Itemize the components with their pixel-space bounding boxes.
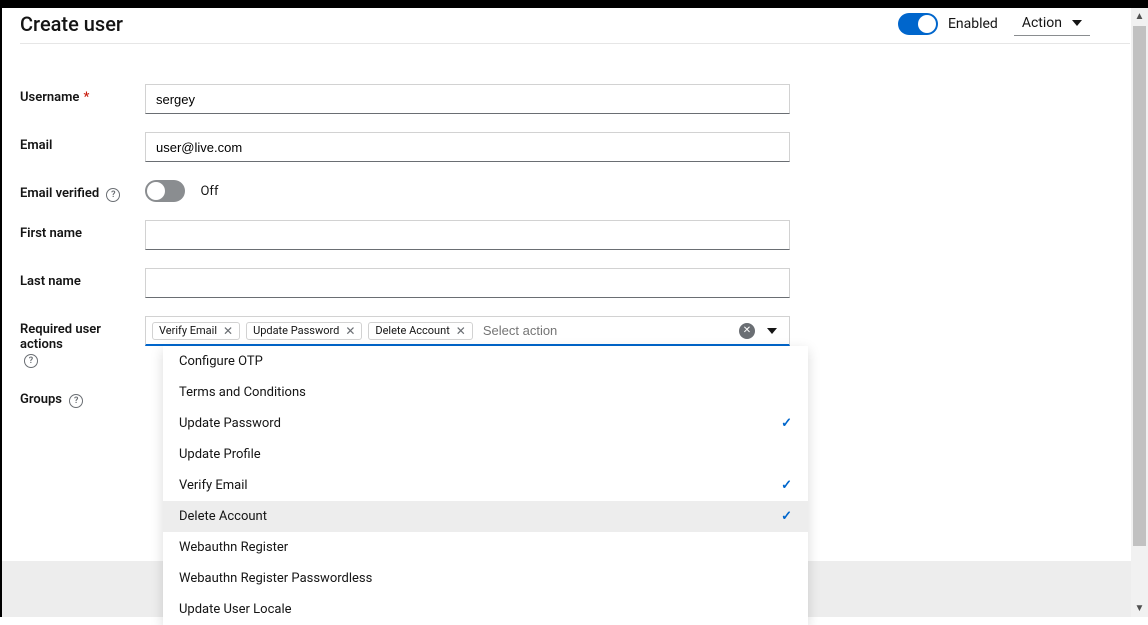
scroll-up-arrow[interactable]: ▲	[1131, 8, 1148, 25]
dropdown-option[interactable]: Webauthn Register	[163, 532, 808, 563]
page-title: Create user	[20, 12, 123, 36]
first-name-input[interactable]	[145, 220, 790, 250]
chip-label: Verify Email	[159, 324, 217, 337]
dropdown-option[interactable]: Verify Email ✓	[163, 470, 808, 501]
control-required-actions: Verify Email ✕ Update Password ✕ Delete …	[145, 316, 790, 346]
check-icon: ✓	[781, 509, 792, 524]
chip-delete-account: Delete Account ✕	[368, 322, 472, 340]
dropdown-option[interactable]: Configure OTP	[163, 346, 808, 377]
label-required-actions: Required user actions ?	[20, 316, 145, 368]
check-icon: ✓	[781, 478, 792, 493]
chip-remove-icon[interactable]: ✕	[456, 324, 466, 338]
help-icon[interactable]: ?	[69, 394, 83, 408]
toggle-knob	[918, 15, 936, 33]
enabled-toggle-wrap: Enabled	[898, 13, 998, 35]
control-first-name	[145, 220, 790, 250]
dropdown-option[interactable]: Terms and Conditions	[163, 377, 808, 408]
help-icon[interactable]: ?	[24, 354, 38, 368]
help-icon[interactable]: ?	[106, 188, 120, 202]
row-email: Email	[20, 132, 790, 162]
dropdown-option[interactable]: Update User Locale	[163, 594, 808, 625]
dropdown-option[interactable]: Webauthn Register Passwordless	[163, 563, 808, 594]
vertical-scrollbar[interactable]: ▲ ▼	[1131, 8, 1148, 617]
dropdown-option-label: Update User Locale	[179, 602, 292, 617]
chip-label: Delete Account	[375, 324, 449, 337]
label-required-actions-text: Required user actions	[20, 322, 145, 352]
row-last-name: Last name	[20, 268, 790, 298]
chip-update-password: Update Password ✕	[246, 322, 362, 340]
window-topbar	[0, 0, 1148, 8]
label-last-name: Last name	[20, 268, 145, 289]
control-last-name	[145, 268, 790, 298]
chip-remove-icon[interactable]: ✕	[345, 324, 355, 338]
page-container: Create user Enabled Action Username *	[0, 8, 1148, 617]
dropdown-option-label: Configure OTP	[179, 354, 263, 369]
label-username-text: Username	[20, 90, 79, 105]
dropdown-option-label: Verify Email	[179, 478, 248, 493]
caret-down-icon	[1072, 20, 1082, 26]
chip-label: Update Password	[253, 324, 339, 337]
label-email-verified: Email verified ?	[20, 180, 145, 202]
row-username: Username *	[20, 84, 790, 114]
required-actions-dropdown: Configure OTP Terms and Conditions Update …	[163, 346, 808, 625]
caret-down-icon[interactable]	[767, 328, 777, 334]
control-email	[145, 132, 790, 162]
check-icon: ✓	[781, 416, 792, 431]
email-input[interactable]	[145, 132, 790, 162]
label-groups-text: Groups	[20, 392, 62, 407]
email-verified-toggle[interactable]	[145, 180, 185, 202]
create-user-form: Username * Email Email verified ? Off	[20, 84, 790, 408]
scroll-down-arrow[interactable]: ▼	[1131, 600, 1148, 617]
label-email-verified-text: Email verified	[20, 186, 99, 201]
row-required-actions: Required user actions ? Verify Email ✕ U…	[20, 316, 790, 368]
required-actions-multiselect[interactable]: Verify Email ✕ Update Password ✕ Delete …	[145, 316, 790, 346]
action-label: Action	[1022, 15, 1062, 31]
toggle-knob	[147, 182, 165, 200]
chip-remove-icon[interactable]: ✕	[223, 324, 233, 338]
label-first-name: First name	[20, 220, 145, 241]
dropdown-option-label: Webauthn Register	[179, 540, 288, 555]
dropdown-option[interactable]: Update Password ✓	[163, 408, 808, 439]
control-email-verified: Off	[145, 180, 790, 202]
dropdown-option-label: Terms and Conditions	[179, 385, 306, 400]
required-actions-input[interactable]	[479, 319, 733, 342]
dropdown-option-label: Update Password	[179, 416, 281, 431]
chip-verify-email: Verify Email ✕	[152, 322, 240, 340]
page-header: Create user Enabled Action	[20, 8, 1130, 44]
dropdown-option-label: Delete Account	[179, 509, 267, 524]
dropdown-option-label: Update Profile	[179, 447, 261, 462]
row-first-name: First name	[20, 220, 790, 250]
control-username	[145, 84, 790, 114]
scroll-thumb[interactable]	[1133, 26, 1146, 546]
enabled-toggle[interactable]	[898, 13, 938, 35]
required-asterisk: *	[83, 90, 89, 105]
dropdown-option[interactable]: Delete Account ✓	[163, 501, 808, 532]
dropdown-option-label: Webauthn Register Passwordless	[179, 571, 372, 586]
last-name-input[interactable]	[145, 268, 790, 298]
row-email-verified: Email verified ? Off	[20, 180, 790, 202]
username-input[interactable]	[145, 84, 790, 114]
clear-all-icon[interactable]: ✕	[739, 323, 755, 339]
label-email: Email	[20, 132, 145, 153]
label-username: Username *	[20, 84, 145, 105]
enabled-label: Enabled	[948, 16, 998, 32]
header-actions: Enabled Action	[898, 11, 1090, 36]
dropdown-option[interactable]: Update Profile	[163, 439, 808, 470]
label-groups: Groups ?	[20, 386, 145, 408]
action-dropdown[interactable]: Action	[1014, 11, 1090, 36]
email-verified-state: Off	[200, 184, 218, 199]
